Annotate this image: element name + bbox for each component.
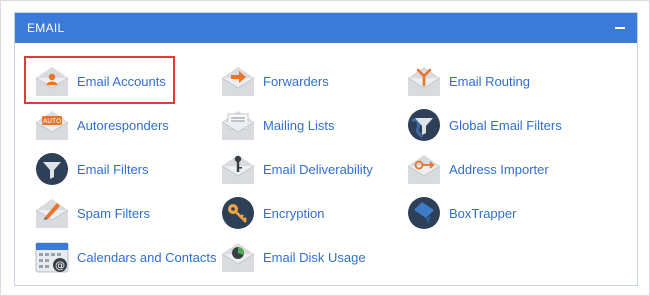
item-label: Mailing Lists xyxy=(263,117,335,133)
minus-icon[interactable] xyxy=(613,21,627,35)
item-label: Email Deliverability xyxy=(263,161,373,177)
email-filters-link[interactable]: Email Filters xyxy=(34,152,149,186)
item-label: Email Disk Usage xyxy=(263,249,366,265)
boxtrapper-link[interactable]: BoxTrapper xyxy=(406,196,516,230)
email-deliverability-link[interactable]: Email Deliverability xyxy=(220,152,373,186)
item-label: Email Filters xyxy=(77,161,149,177)
mailing-lists-link[interactable]: Mailing Lists xyxy=(220,108,335,142)
item-label: Forwarders xyxy=(263,73,329,89)
encryption-icon xyxy=(222,197,254,229)
item-label: Email Routing xyxy=(449,73,530,89)
section-header[interactable]: EMAIL xyxy=(15,13,637,43)
item-label: BoxTrapper xyxy=(449,205,517,221)
autoresponders-link[interactable]: AUTO Autoresponders xyxy=(34,108,169,142)
forwarders-link[interactable]: Forwarders xyxy=(220,64,329,98)
item-label: Calendars and Contacts xyxy=(77,249,217,265)
email-disk-usage-icon xyxy=(221,243,255,272)
item-label: Global Email Filters xyxy=(449,117,562,133)
email-accounts-link[interactable]: Email Accounts xyxy=(34,64,166,98)
email-routing-link[interactable]: Email Routing xyxy=(406,64,530,98)
svg-text:AUTO: AUTO xyxy=(43,117,61,125)
item-label: Address Importer xyxy=(449,161,549,177)
global-email-filters-link[interactable]: Global Email Filters xyxy=(406,108,562,142)
email-filters-icon xyxy=(36,153,68,185)
svg-text:@: @ xyxy=(55,261,65,272)
item-label: Encryption xyxy=(263,205,325,221)
email-disk-usage-link[interactable]: Email Disk Usage xyxy=(220,240,366,274)
email-deliverability-icon xyxy=(221,155,255,184)
address-importer-icon xyxy=(407,155,441,184)
forwarders-icon xyxy=(221,67,255,96)
email-accounts-icon xyxy=(35,67,69,96)
global-email-filters-icon xyxy=(408,109,440,141)
mailing-lists-icon xyxy=(221,111,255,140)
email-routing-icon xyxy=(407,67,441,96)
spam-filters-link[interactable]: Spam Filters xyxy=(34,196,150,230)
spam-filters-icon xyxy=(35,199,69,228)
item-label: Autoresponders xyxy=(77,117,169,133)
boxtrapper-icon xyxy=(408,197,440,229)
item-label: Email Accounts xyxy=(77,73,166,89)
item-label: Spam Filters xyxy=(77,205,150,221)
encryption-link[interactable]: Encryption xyxy=(220,196,324,230)
autoresponders-icon: AUTO xyxy=(35,111,69,140)
calendars-contacts-icon: @ xyxy=(35,242,69,273)
address-importer-link[interactable]: Address Importer xyxy=(406,152,549,186)
calendars-contacts-link[interactable]: @ Calendars and Contacts xyxy=(34,240,216,274)
section-title: EMAIL xyxy=(27,21,65,35)
